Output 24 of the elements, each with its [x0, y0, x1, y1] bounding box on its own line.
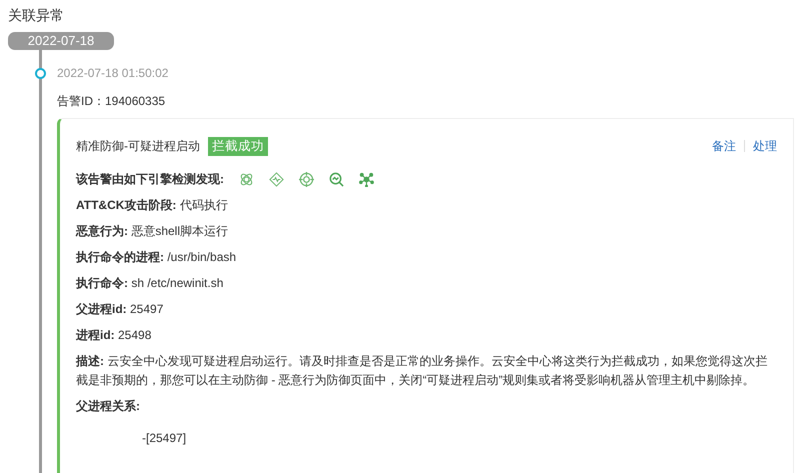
- alert-title: 精准防御-可疑进程启动: [76, 138, 200, 154]
- alert-id: 告警ID：194060335: [57, 93, 166, 110]
- timeline-dot-icon: [35, 68, 46, 79]
- network-icon: [359, 172, 374, 187]
- event-time: 2022-07-18 01:50:02: [57, 65, 168, 82]
- detail-field: 执行命令的进程: /usr/bin/bash: [76, 248, 777, 267]
- target-icon: [299, 172, 314, 187]
- parent-process-text: -[25497]: [141, 431, 186, 445]
- relation-label: 父进程关系:: [76, 399, 140, 413]
- detail-field: 父进程id: 25497: [76, 300, 777, 319]
- atom-icon: [239, 172, 254, 187]
- date-badge: 2022-07-18: [8, 32, 114, 50]
- detail-field: 执行命令: sh /etc/newinit.sh: [76, 274, 777, 293]
- detail-field: ATT&CK攻击阶段: 代码执行: [76, 196, 777, 215]
- section-title: 关联异常: [8, 6, 64, 25]
- action-link[interactable]: 备注: [712, 138, 736, 154]
- detail-field: 描述: 云安全中心发现可疑进程启动运行。请及时排查是否是正常的业务操作。云安全中心将这类行为拦截成功，如果您觉得这次拦截是非预期的，那您可以在主动防御 - 恶意行为防御页面中，关闭“可疑进程启动”规则集或者将受影响机器从管理主机中剔除掉。: [76, 352, 777, 390]
- engines-label: 该告警由如下引擎检测发现:: [76, 171, 224, 188]
- detail-field: 恶意行为: 恶意shell脚本运行: [76, 222, 777, 241]
- detail-field: 进程id: 25498: [76, 326, 777, 345]
- status-tag: 拦截成功: [208, 136, 268, 156]
- search-icon: [329, 172, 344, 187]
- action-link[interactable]: 处理: [753, 138, 777, 154]
- pulse-icon: [269, 172, 284, 187]
